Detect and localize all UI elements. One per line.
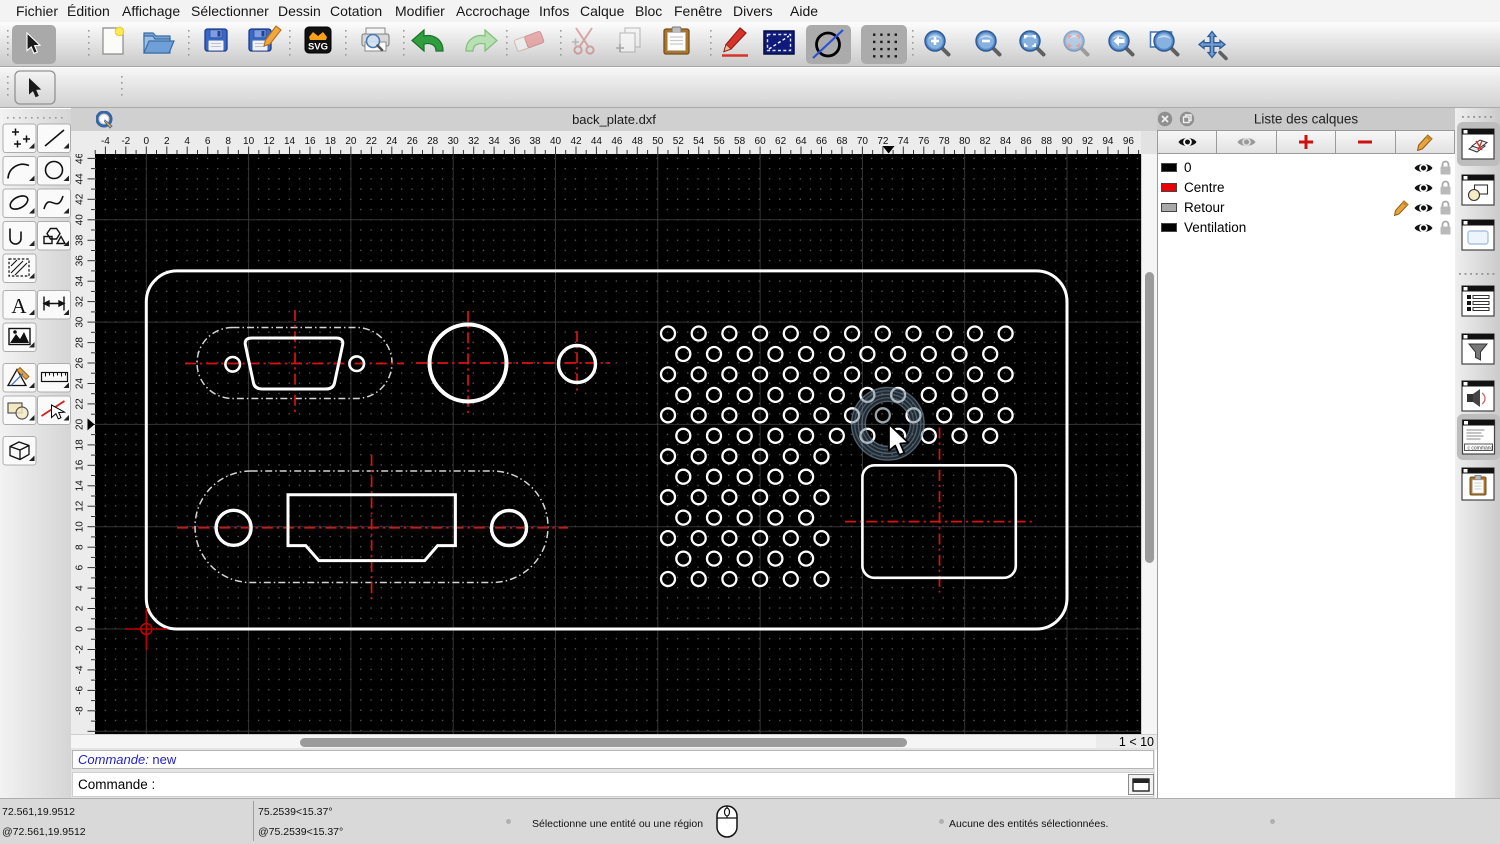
svg-text:12: 12 (75, 500, 86, 512)
svg-text:-4: -4 (75, 665, 86, 674)
svg-text:58: 58 (734, 136, 746, 147)
svg-text:26: 26 (407, 136, 419, 147)
svg-text:20: 20 (345, 136, 357, 147)
svg-text:-2: -2 (121, 136, 130, 147)
svg-text:50: 50 (652, 136, 664, 147)
svg-text:28: 28 (75, 337, 86, 349)
svg-text:A: A (11, 294, 27, 318)
svg-text:10: 10 (75, 521, 86, 533)
svg-text:0: 0 (144, 136, 150, 147)
svg-text:2: 2 (164, 136, 170, 147)
svg-text:46: 46 (75, 154, 86, 164)
svg-text:66: 66 (816, 136, 828, 147)
svg-text:22: 22 (75, 398, 86, 410)
svg-text:96: 96 (1123, 136, 1135, 147)
svg-text:38: 38 (529, 136, 541, 147)
svg-text:92: 92 (1082, 136, 1094, 147)
svg-text:38: 38 (75, 234, 86, 246)
svg-text:-8: -8 (75, 706, 86, 715)
svg-text:Liste des calques: Liste des calques (1254, 112, 1359, 127)
svg-text:10: 10 (243, 136, 255, 147)
svg-text:74: 74 (898, 136, 910, 147)
svg-text:32: 32 (75, 296, 86, 308)
svg-text:40: 40 (550, 136, 562, 147)
svg-text:18: 18 (325, 136, 337, 147)
svg-text:20: 20 (75, 418, 86, 430)
svg-text:44: 44 (591, 136, 603, 147)
svg-text:-2: -2 (75, 645, 86, 654)
svg-text:84: 84 (1000, 136, 1012, 147)
svg-text:64: 64 (795, 136, 807, 147)
svg-text:26: 26 (75, 357, 86, 369)
svg-text:2: 2 (75, 605, 86, 611)
svg-text:90: 90 (1061, 136, 1073, 147)
svg-text:8: 8 (225, 136, 231, 147)
svg-text:8: 8 (75, 544, 86, 550)
svg-text:-4: -4 (101, 136, 110, 147)
svg-text:0: 0 (75, 626, 86, 632)
svg-text:4: 4 (75, 585, 86, 591)
svg-text:34: 34 (75, 275, 86, 287)
svg-text:88: 88 (1041, 136, 1053, 147)
svg-text:6: 6 (205, 136, 211, 147)
svg-text:16: 16 (304, 136, 316, 147)
svg-text:46: 46 (611, 136, 623, 147)
svg-text:42: 42 (570, 136, 582, 147)
svg-text:28: 28 (427, 136, 439, 147)
svg-text:SVG: SVG (308, 42, 328, 53)
svg-text:68: 68 (836, 136, 848, 147)
svg-text:24: 24 (386, 136, 398, 147)
svg-text:40: 40 (75, 214, 86, 226)
svg-text:56: 56 (714, 136, 726, 147)
svg-text:30: 30 (448, 136, 460, 147)
svg-text:86: 86 (1021, 136, 1033, 147)
svg-text:34: 34 (489, 136, 501, 147)
svg-text:14: 14 (75, 480, 86, 492)
svg-text:42: 42 (75, 193, 86, 205)
svg-text:14: 14 (284, 136, 296, 147)
svg-text:94: 94 (1102, 136, 1114, 147)
svg-text:30: 30 (75, 316, 86, 328)
svg-text:12: 12 (264, 136, 276, 147)
svg-text:c command: c command (1468, 446, 1494, 452)
svg-text:6: 6 (75, 564, 86, 570)
svg-text:78: 78 (939, 136, 951, 147)
svg-text:36: 36 (75, 255, 86, 267)
svg-text:24: 24 (75, 378, 86, 390)
svg-text:54: 54 (693, 136, 705, 147)
svg-text:48: 48 (632, 136, 644, 147)
svg-text:72: 72 (877, 136, 889, 147)
svg-text:18: 18 (75, 439, 86, 451)
svg-text:16: 16 (75, 459, 86, 471)
svg-text:60: 60 (755, 136, 767, 147)
svg-text:80: 80 (959, 136, 971, 147)
svg-text:76: 76 (918, 136, 930, 147)
svg-text:62: 62 (775, 136, 787, 147)
svg-text:36: 36 (509, 136, 521, 147)
svg-text:32: 32 (468, 136, 480, 147)
svg-text:82: 82 (980, 136, 992, 147)
svg-text:22: 22 (366, 136, 378, 147)
svg-text:52: 52 (673, 136, 685, 147)
svg-text:44: 44 (75, 173, 86, 185)
svg-text:-6: -6 (75, 686, 86, 695)
svg-text:4: 4 (184, 136, 190, 147)
svg-text:70: 70 (857, 136, 869, 147)
